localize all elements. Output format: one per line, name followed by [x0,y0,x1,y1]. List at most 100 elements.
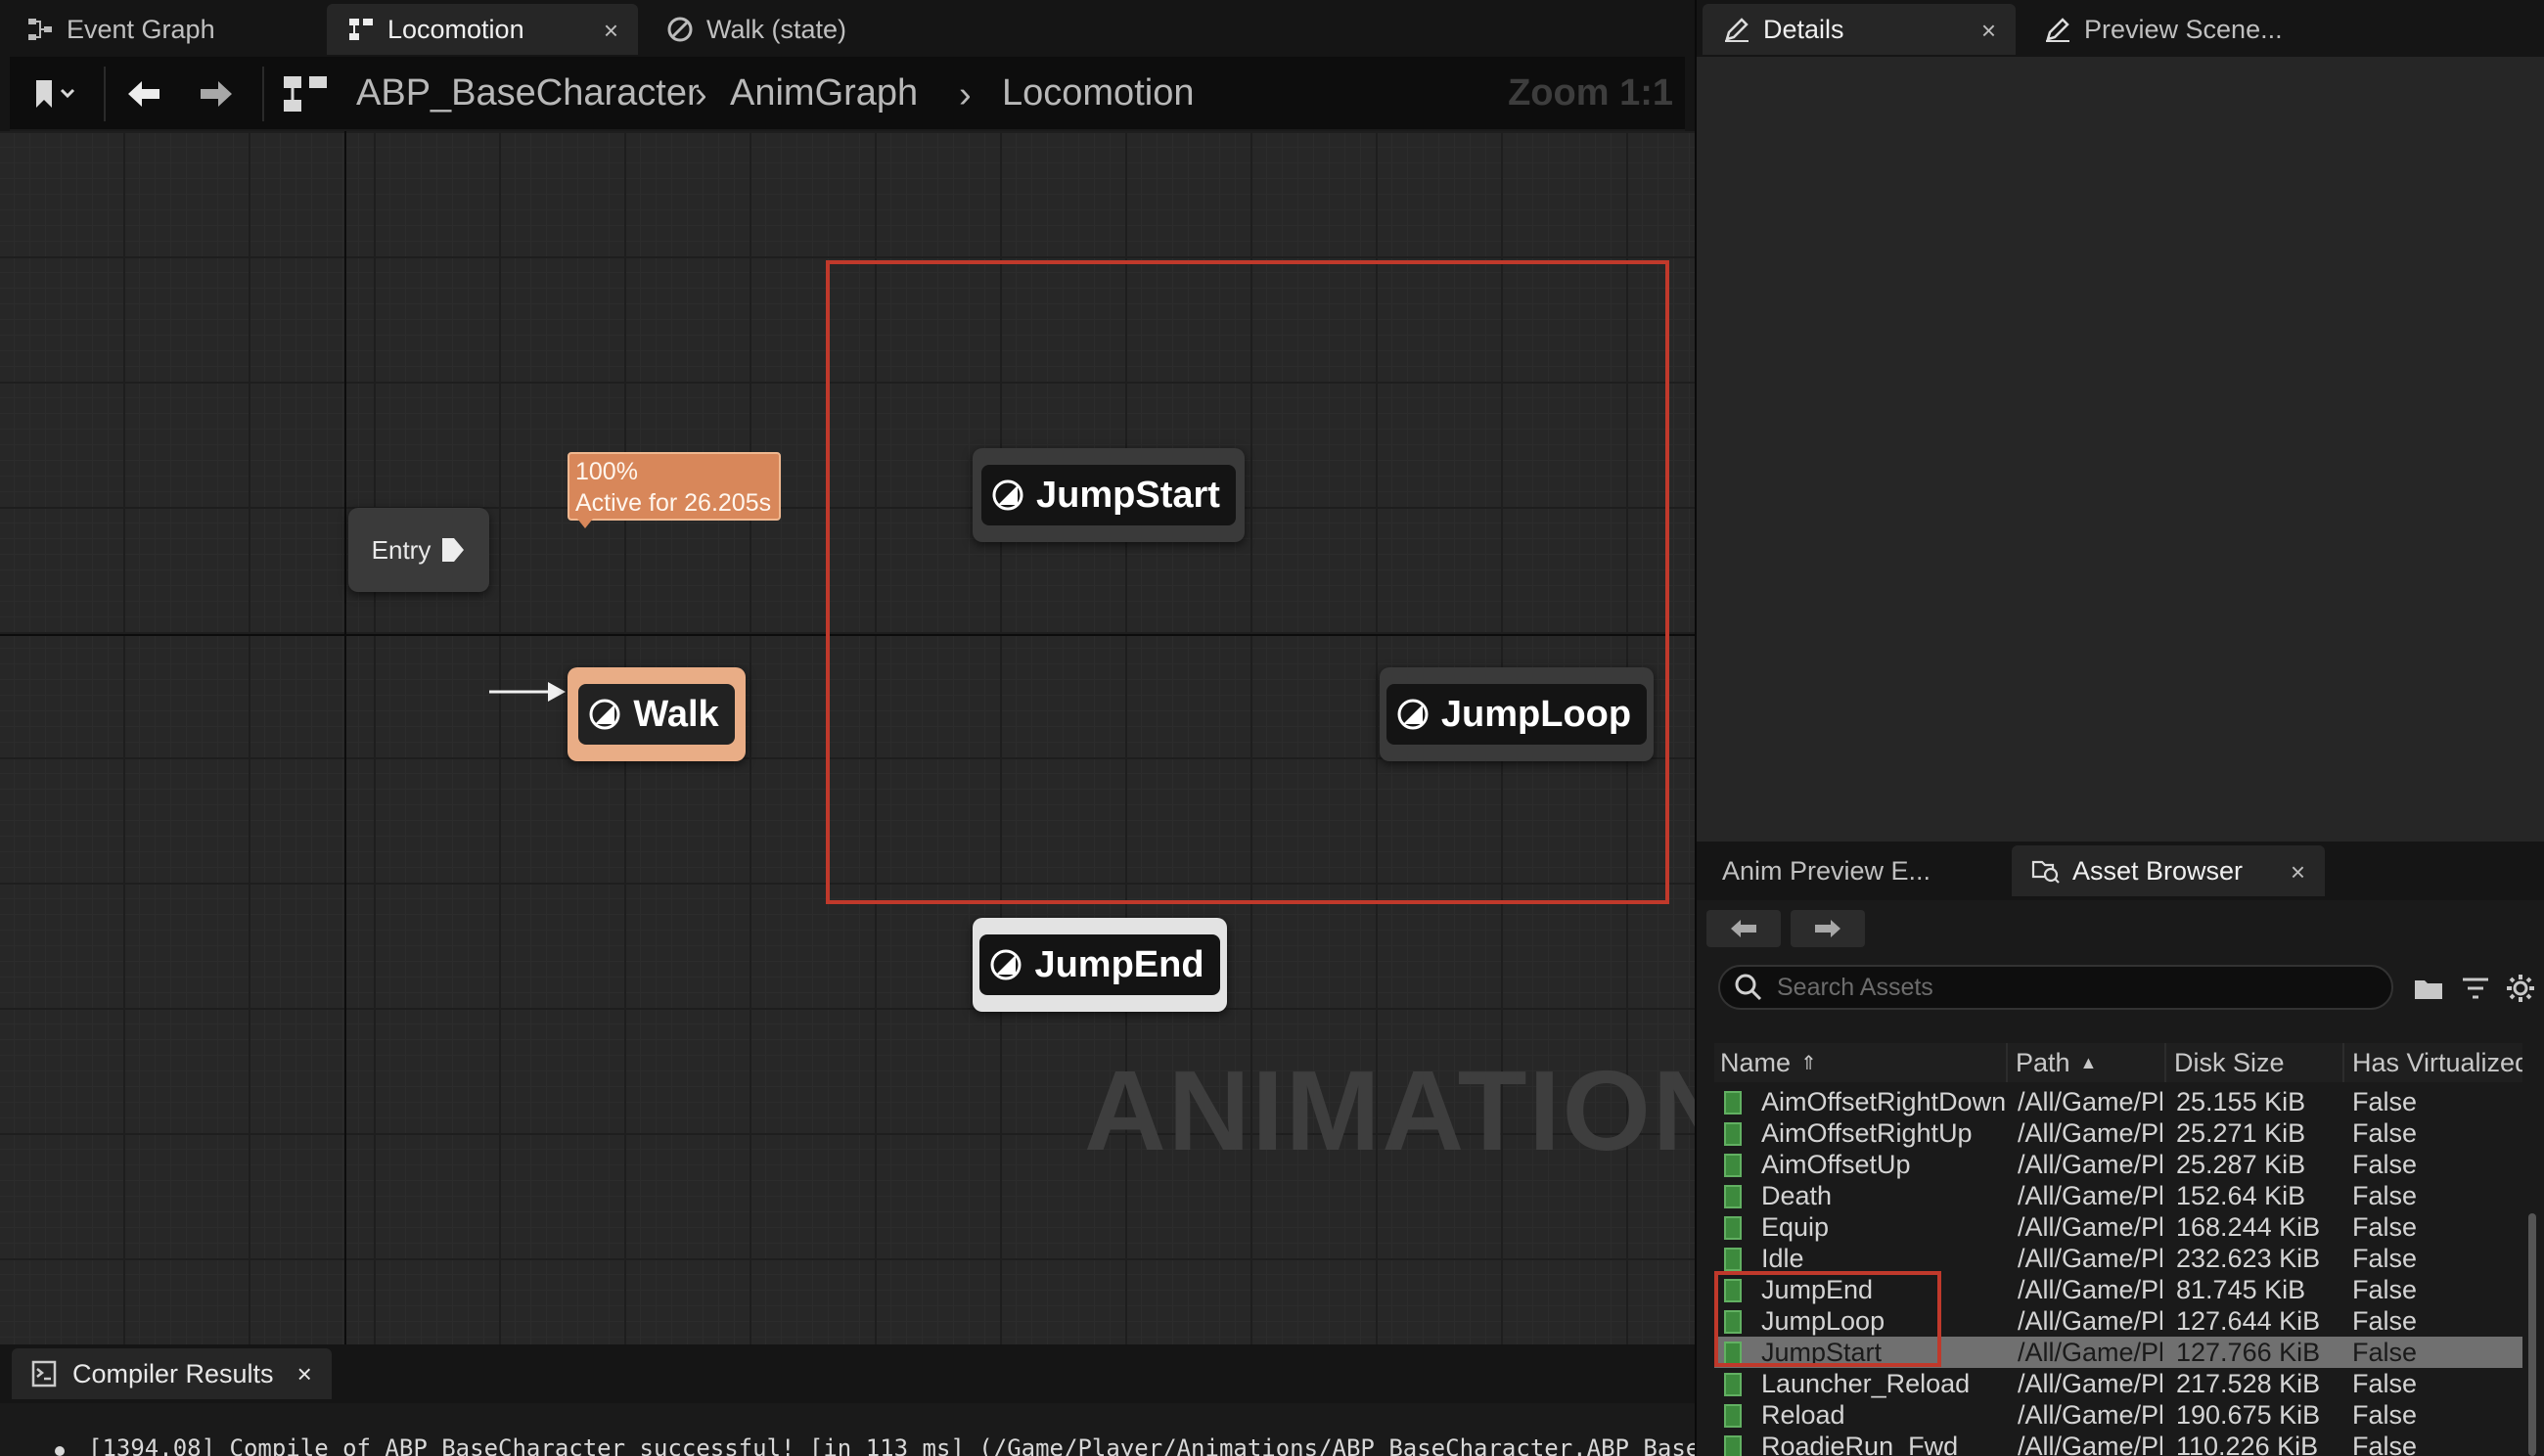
walk-active-time: Active for 26.205s [575,489,772,517]
event-graph-icon [25,15,55,44]
graph-type-button[interactable] [276,70,335,117]
folder-filter-button[interactable] [2411,971,2446,1006]
table-row[interactable]: RoadieRun_Fwd/All/Game/Pl 110.226 KiB Fals… [1714,1431,2522,1456]
compiler-icon [31,1360,57,1388]
asset-size: 81.745 KiB [2176,1275,2306,1304]
state-node-jumpstart[interactable]: JumpStart [973,448,1245,542]
asset-name: Death [1761,1181,1833,1210]
table-row[interactable]: AimOffsetRightUp/All/Game/Pl 25.271 KiB Fa… [1714,1117,2522,1149]
tab-label: Event Graph [67,14,215,44]
asset-size: 232.623 KiB [2176,1244,2321,1273]
state-icon [1397,699,1429,730]
bookmark-button[interactable] [23,70,88,117]
asset-name: Launcher_Reload [1761,1369,1971,1398]
tab-label: Preview Scene... [2084,14,2283,44]
asset-list-scrollbar[interactable] [2528,1213,2536,1456]
graph-origin-axis-vertical [344,131,346,1344]
entry-node[interactable]: Entry [348,508,489,592]
asset-forward-button[interactable] [1791,910,1865,947]
animation-asset-icon [1724,1122,1742,1146]
state-label: Walk [633,693,719,735]
close-icon[interactable]: × [1981,16,1996,46]
state-node-jumploop[interactable]: JumpLoop [1380,667,1654,761]
column-header-name[interactable]: Name ⇑ [1714,1043,2008,1082]
animation-asset-icon [1724,1091,1742,1115]
gear-icon [2507,975,2534,1002]
asset-path: /All/Game/Pl [2018,1338,2162,1367]
tab-label: Compiler Results [72,1358,274,1388]
asset-search-field[interactable] [1718,965,2393,1010]
tab-label: Details [1763,14,1844,44]
asset-virtualized: False [2352,1369,2418,1398]
close-icon[interactable]: × [297,1359,312,1389]
animation-asset-icon [1724,1248,1742,1271]
tab-anim-preview-editor[interactable]: Anim Preview E... [1703,845,1996,896]
close-icon[interactable]: × [2291,857,2305,887]
breadcrumb-abp-basecharacter[interactable]: ABP_BaseCharacter [356,72,700,114]
column-header-has-virtualized[interactable]: Has Virtualized [2346,1043,2522,1082]
breadcrumb-chevron-icon: › [695,74,707,115]
arrow-right-icon [1815,920,1840,937]
state-label: JumpStart [1036,474,1220,516]
asset-name: Equip [1761,1212,1830,1242]
animation-asset-icon [1724,1216,1742,1240]
state-machine-icon [284,76,327,112]
breadcrumb-locomotion[interactable]: Locomotion [1002,72,1194,114]
asset-name: RoadieRun_Fwd [1761,1432,1959,1456]
search-input[interactable] [1777,973,2364,1002]
settings-button[interactable] [2503,971,2538,1006]
tab-preview-scene[interactable]: Preview Scene... [2023,4,2337,55]
pencil-icon [2043,15,2072,44]
asset-back-button[interactable] [1706,910,1781,947]
tab-details[interactable]: Details × [1703,4,2016,55]
asset-path: /All/Game/Pl [2018,1087,2162,1116]
asset-table-header: Name ⇑ Path ▲ Disk Size Has Virtualized [1714,1043,2522,1082]
tab-locomotion[interactable]: Locomotion × [327,4,638,55]
tab-compiler-results[interactable]: Compiler Results × [12,1348,332,1399]
asset-path: /All/Game/Pl [2018,1244,2162,1273]
asset-path: /All/Game/Pl [2018,1369,2162,1398]
tab-walk-state[interactable]: Walk (state) [646,4,959,55]
pencil-icon [1722,15,1751,44]
asset-path: /All/Game/Pl [2018,1275,2162,1304]
asset-path: /All/Game/Pl [2018,1212,2162,1242]
selection-highlight-box [826,260,1669,904]
filter-icon [2463,978,2488,999]
state-icon [589,699,620,730]
table-row[interactable]: AimOffsetRightDown/All/Game/Pl 25.155 KiB… [1714,1086,2522,1117]
state-node-walk[interactable]: Walk [568,667,746,761]
transition-arrow [489,682,566,702]
filter-button[interactable] [2458,971,2493,1006]
asset-path: /All/Game/Pl [2018,1432,2162,1456]
state-node-jumpend[interactable]: JumpEnd [973,918,1227,1012]
tab-asset-browser[interactable]: Asset Browser × [2012,845,2325,896]
tab-event-graph[interactable]: Event Graph [6,4,319,55]
state-node-body: JumpEnd [979,934,1220,995]
column-header-path[interactable]: Path ▲ [2010,1043,2166,1082]
table-row[interactable]: Death/All/Game/Pl 152.64 KiB False [1714,1180,2522,1211]
tab-label: Walk (state) [706,14,847,44]
asset-path: /All/Game/Pl [2018,1306,2162,1336]
table-row[interactable]: Launcher_Reload/All/Game/Pl 217.528 KiB Fa… [1714,1368,2522,1399]
compiler-message: [1394.08] Compile of ABP_BaseCharacter s… [88,1434,1841,1456]
back-button[interactable] [119,70,168,117]
breadcrumb-animgraph[interactable]: AnimGraph [730,72,918,114]
asset-name: Reload [1761,1400,1845,1430]
asset-name: Idle [1761,1244,1804,1273]
table-row[interactable]: AimOffsetUp/All/Game/Pl 25.287 KiB False [1714,1149,2522,1180]
column-header-disk-size[interactable]: Disk Size [2168,1043,2344,1082]
forward-button[interactable] [192,70,241,117]
bookmark-icon [36,80,75,108]
asset-virtualized: False [2352,1150,2418,1179]
close-icon[interactable]: × [604,16,618,46]
asset-path: /All/Game/Pl [2018,1181,2162,1210]
state-machine-icon [346,15,376,44]
breadcrumb-chevron-icon: › [959,74,972,115]
table-row[interactable]: Equip/All/Game/Pl 168.244 KiB False [1714,1211,2522,1243]
asset-size: 127.644 KiB [2176,1306,2321,1336]
arrow-left-icon [1731,920,1756,937]
tab-label: Anim Preview E... [1722,855,1931,886]
table-row[interactable]: Idle/All/Game/Pl 232.623 KiB False [1714,1243,2522,1274]
table-row[interactable]: Reload/All/Game/Pl 190.675 KiB False [1714,1399,2522,1431]
message-bullet [55,1446,65,1456]
